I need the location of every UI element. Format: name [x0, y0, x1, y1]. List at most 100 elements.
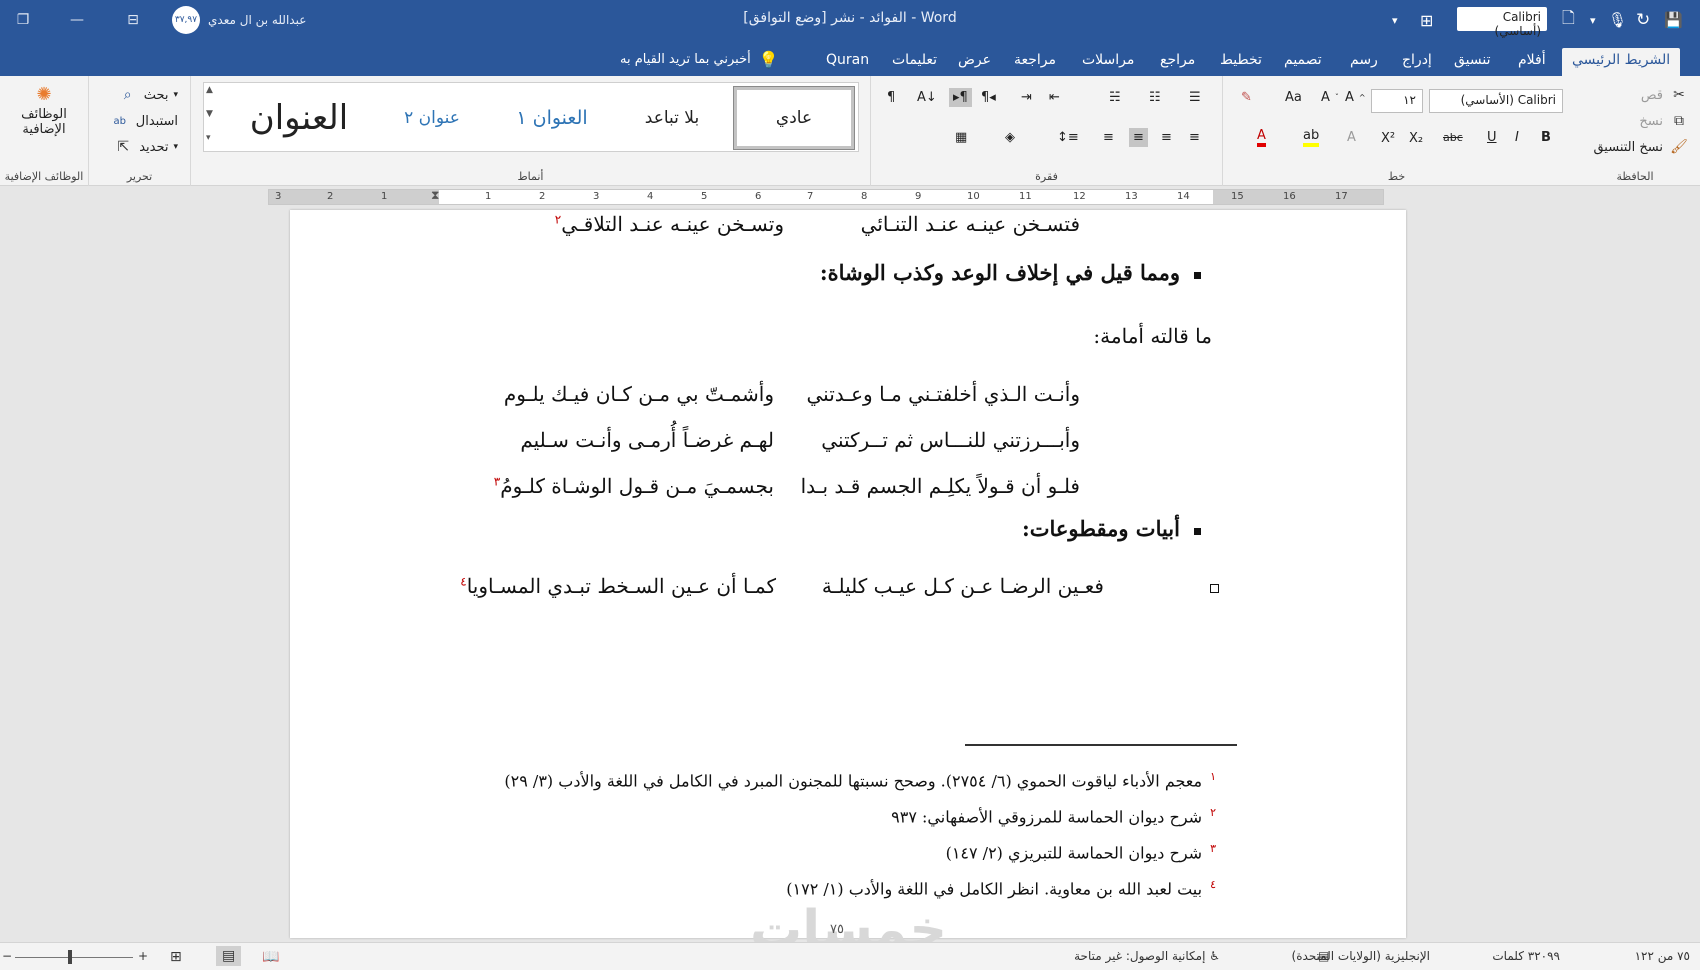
clear-formatting-icon[interactable]: ✎: [1241, 90, 1252, 105]
rtl-direction-icon[interactable]: ¶◂: [981, 90, 996, 105]
qat-font-box[interactable]: Calibri (أساسي): [1457, 7, 1547, 38]
shrink-font-button[interactable]: Aˇ: [1321, 90, 1339, 105]
align-right-icon[interactable]: ≡: [1129, 128, 1148, 147]
restore-window-icon[interactable]: ❐: [8, 6, 38, 34]
window-title: الفوائد - نشر [وضع التوافق] - Word: [743, 10, 957, 26]
user-account[interactable]: ٣٧,٩٧ عبدالله بن ال معدي: [172, 6, 306, 34]
show-marks-icon[interactable]: ¶: [887, 90, 895, 105]
document-page[interactable]: فتسـخن عينـه عنـد التنـائي وتسـخن عينـه …: [290, 210, 1406, 960]
font-color-icon[interactable]: A: [1257, 128, 1266, 147]
tab-view[interactable]: عرض: [948, 48, 1001, 76]
addins-button[interactable]: ✺ الوظائف الإضافية: [10, 84, 78, 137]
zoom-slider-thumb[interactable]: [68, 950, 72, 964]
style-heading2[interactable]: عنوان ٢: [374, 87, 490, 149]
cut-button[interactable]: قص ✂: [1641, 84, 1690, 106]
borders-icon[interactable]: ▦: [955, 130, 967, 145]
tell-me-search[interactable]: أخبرني بما تريد القيام به 💡: [620, 50, 779, 69]
zoom-in-icon[interactable]: +: [138, 949, 148, 963]
print-layout-icon[interactable]: ▤: [216, 946, 242, 966]
gallery-scroll-down-icon[interactable]: ▼: [206, 109, 213, 119]
zoom-slider[interactable]: [15, 957, 133, 958]
ruler-tick: 2: [327, 191, 334, 202]
new-document-icon[interactable]: 🗋: [1562, 7, 1575, 33]
ruler-tick: 15: [1231, 191, 1244, 202]
tab-mailings[interactable]: مراسلات: [1072, 48, 1144, 76]
zoom-out-icon[interactable]: −: [2, 949, 12, 963]
qat-dropdown-icon[interactable]: ▾: [1590, 7, 1596, 33]
italic-button[interactable]: I: [1515, 130, 1519, 145]
decrease-indent-icon[interactable]: ⇤: [1049, 90, 1060, 105]
bullets-icon[interactable]: ☰: [1189, 90, 1201, 105]
shading-icon[interactable]: ◈: [1005, 130, 1015, 145]
superscript-button[interactable]: X²: [1381, 131, 1395, 146]
ruler-tick: 13: [1125, 191, 1138, 202]
copy-label: نسخ: [1639, 113, 1663, 129]
format-painter-button[interactable]: نسخ التنسيق 🖌: [1593, 136, 1690, 158]
minimize-icon[interactable]: —: [62, 6, 92, 34]
font-name-field[interactable]: Calibri (الأساسي): [1429, 89, 1563, 113]
tab-design[interactable]: تصميم: [1274, 48, 1332, 76]
verse-top-left: وتسـخن عينـه عنـد التلاقـي٢: [555, 212, 784, 236]
tab-draw[interactable]: رسم: [1340, 48, 1388, 76]
web-layout-icon[interactable]: ⊞: [170, 949, 182, 965]
increase-indent-icon[interactable]: ⇥: [1021, 90, 1032, 105]
status-language[interactable]: الإنجليزية (الولايات المتحدة): [1292, 949, 1430, 963]
horizontal-ruler[interactable]: 3 2 1 ⧗ 1 2 3 4 5 6 7 8 9 10 11 12 13 14…: [268, 188, 1384, 205]
sort-icon[interactable]: A↓: [917, 90, 937, 105]
status-page[interactable]: ٧٥ من ١٢٢: [1635, 949, 1690, 963]
qat-touch-mode-icon[interactable]: ⊞: [1420, 7, 1433, 33]
indent-marker-icon[interactable]: ⧗: [431, 188, 439, 203]
status-words[interactable]: ٣٢٠٩٩ كلمات: [1492, 949, 1560, 963]
group-label-styles: أنماط: [517, 170, 544, 183]
multilevel-list-icon[interactable]: ☵: [1109, 90, 1121, 105]
style-no-spacing[interactable]: بلا تباعد: [614, 87, 730, 149]
save-icon[interactable]: 💾: [1664, 7, 1683, 33]
ribbon-display-icon[interactable]: ⊟: [118, 6, 148, 34]
macro-icon[interactable]: ▤: [1318, 949, 1329, 963]
microphone-icon[interactable]: 🎙: [1608, 7, 1627, 33]
align-left-icon[interactable]: ≡: [1103, 130, 1114, 145]
tab-quran[interactable]: Quran: [816, 48, 879, 76]
strikethrough-button[interactable]: abc: [1443, 131, 1463, 144]
style-heading1[interactable]: العنوان ١: [494, 87, 610, 149]
gallery-scroll-up-icon[interactable]: ▲: [206, 85, 213, 95]
subscript-button[interactable]: X₂: [1409, 131, 1423, 146]
heading-verses: أبيات ومقطوعات:: [1021, 516, 1180, 541]
read-mode-icon[interactable]: 📖: [262, 949, 279, 965]
grow-font-button[interactable]: A ^: [1345, 90, 1366, 105]
highlight-color-icon[interactable]: ab: [1303, 128, 1320, 147]
tab-review[interactable]: مراجعة: [1004, 48, 1066, 76]
redo-icon[interactable]: ↻: [1636, 7, 1650, 33]
text-effects-icon[interactable]: A: [1347, 130, 1356, 145]
style-title-label: العنوان: [249, 98, 349, 138]
find-button[interactable]: ⌕ بحث ▾: [117, 84, 178, 106]
style-normal[interactable]: عادي: [733, 86, 855, 150]
ruler-tick: 1: [485, 191, 492, 202]
numbering-icon[interactable]: ☷: [1149, 90, 1161, 105]
tab-insert[interactable]: إدراج: [1392, 48, 1442, 76]
justify-icon[interactable]: ≡: [1189, 130, 1200, 145]
footnote-number: ٢: [1210, 806, 1216, 819]
style-title[interactable]: العنوان: [224, 87, 374, 149]
tab-format[interactable]: تنسيق: [1444, 48, 1501, 76]
gallery-more-icon[interactable]: ▾: [206, 133, 211, 143]
copy-button[interactable]: نسخ ⧉: [1639, 110, 1690, 132]
align-center-icon[interactable]: ≡: [1161, 130, 1172, 145]
tab-home[interactable]: الشريط الرئيسي: [1562, 48, 1681, 76]
status-accessibility[interactable]: ♿ إمكانية الوصول: غير متاحة: [1074, 949, 1220, 963]
tab-help[interactable]: تعليمات: [882, 48, 947, 76]
bold-button[interactable]: B: [1541, 130, 1551, 145]
change-case-button[interactable]: Aa: [1285, 90, 1302, 105]
replace-button[interactable]: ab استبدال: [109, 110, 178, 132]
qat-customize-icon[interactable]: ▾: [1392, 7, 1398, 33]
verse-text: كمـا أن عـين السـخط تبـدي المسـاويا: [466, 574, 776, 598]
verse-4-left: كمـا أن عـين السـخط تبـدي المسـاويا٤: [460, 574, 776, 598]
line-spacing-icon[interactable]: ↕≡: [1057, 130, 1079, 145]
font-size-field[interactable]: ١٢: [1371, 89, 1423, 113]
select-button[interactable]: ⇱ تحديد ▾: [112, 136, 178, 158]
tab-movies[interactable]: أفلام: [1508, 48, 1556, 76]
ltr-direction-icon[interactable]: ▸¶: [949, 88, 972, 107]
tab-layout[interactable]: تخطيط: [1210, 48, 1272, 76]
underline-button[interactable]: U: [1487, 130, 1497, 145]
tab-references[interactable]: مراجع: [1150, 48, 1205, 76]
